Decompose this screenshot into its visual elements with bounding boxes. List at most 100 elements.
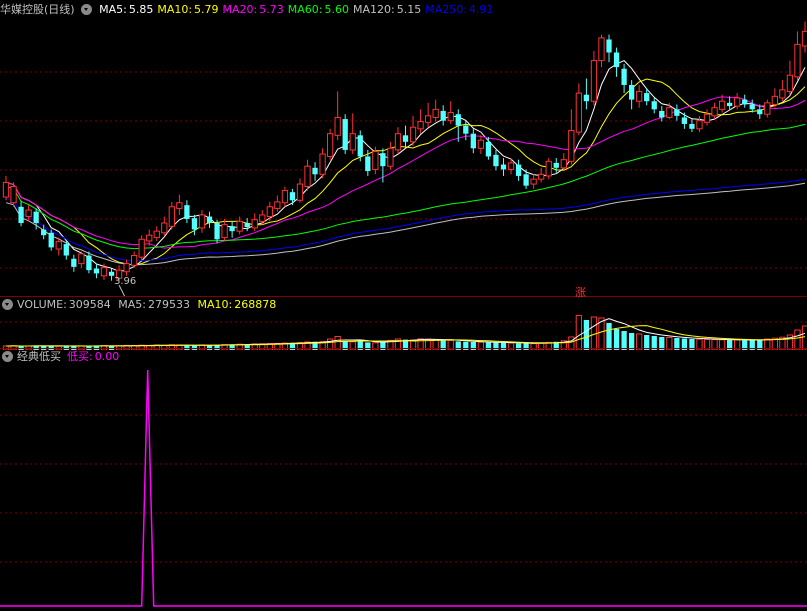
- candle-body: [71, 258, 77, 267]
- candle-body: [583, 94, 590, 102]
- candle-body: [711, 107, 718, 117]
- ma-value: 5.73: [259, 3, 284, 16]
- candle-body: [757, 109, 763, 115]
- candle-body: [606, 39, 612, 53]
- candle-body: [2, 181, 10, 198]
- candle-body: [794, 43, 801, 78]
- candle-body: [696, 120, 703, 130]
- dropdown-arrow-icon[interactable]: [80, 4, 92, 15]
- vol-ma5-value: 279533: [148, 298, 191, 311]
- ma-value: 4.91: [468, 3, 494, 16]
- volume-bar: [575, 315, 583, 351]
- candle-body: [198, 214, 206, 229]
- ma-value: 5.60: [324, 3, 349, 16]
- candle-body: [801, 30, 807, 47]
- ma-line: [5, 178, 806, 262]
- ma-value: 5.79: [194, 3, 219, 16]
- candle-body: [507, 162, 515, 170]
- low-price-label: 3.96: [114, 276, 137, 287]
- candle-body: [10, 185, 17, 204]
- candle-body: [493, 154, 499, 167]
- candle-body: [644, 93, 650, 102]
- volume-header: VOLUME: 309584 MA5: 279533 MA10: 268878: [0, 298, 807, 312]
- candle-body: [674, 109, 680, 116]
- candle-body: [138, 238, 145, 258]
- vol-ma5-label: MA5:: [118, 298, 147, 311]
- candle-body: [545, 160, 552, 177]
- candle-body: [48, 232, 54, 248]
- candle-body: [168, 206, 175, 227]
- candle-body: [718, 100, 726, 110]
- candle-body: [417, 121, 424, 130]
- candle-body: [296, 183, 304, 201]
- candle-body: [229, 226, 235, 232]
- candle-body: [78, 253, 85, 265]
- indicator-line-label: 低买:: [67, 350, 93, 363]
- ma-label: MA250:: [425, 3, 467, 16]
- candle-body: [409, 126, 417, 143]
- ma-value: 5.85: [128, 3, 154, 16]
- volume-bar: [523, 343, 529, 350]
- ma-label: MA60:: [287, 3, 323, 16]
- candle-body: [93, 268, 100, 274]
- volume-bar: [606, 323, 612, 350]
- candle-body: [500, 164, 507, 170]
- candle-body: [703, 113, 711, 123]
- candle-body: [86, 255, 92, 271]
- candle-body: [319, 153, 326, 175]
- candle-body: [365, 156, 371, 172]
- candle-body: [651, 101, 657, 110]
- candle-body: [63, 244, 69, 256]
- volume-bar: [801, 325, 807, 351]
- candle-body: [206, 216, 213, 224]
- ma-label: MA20:: [222, 3, 258, 16]
- candle-body: [221, 224, 228, 239]
- candle-body: [304, 165, 311, 187]
- stock-name: 华媒控股(日线): [0, 3, 75, 16]
- indicator-name: 经典低买: [17, 350, 61, 363]
- candle-body: [771, 95, 778, 105]
- volume-bar: [794, 329, 801, 351]
- price-header: 华媒控股(日线) MA5: 5.85 MA10: 5.79 MA20: 5.73 MA60:…: [0, 3, 807, 17]
- candle-body: [447, 112, 454, 122]
- candle-body: [402, 135, 409, 142]
- candle-body: [131, 255, 138, 266]
- ma-line: [5, 60, 806, 272]
- volume-label: VOLUME:: [17, 298, 67, 311]
- candle-body: [251, 219, 258, 229]
- candle-body: [538, 173, 545, 180]
- candle-body: [734, 97, 741, 107]
- candle-body: [749, 104, 755, 110]
- candle-body: [41, 229, 47, 236]
- candle-body: [214, 223, 220, 240]
- candle-body: [463, 125, 469, 134]
- volume-bar: [583, 320, 590, 350]
- volume-bar: [613, 329, 620, 350]
- candle-body: [636, 90, 643, 102]
- dropdown-arrow-icon[interactable]: [2, 351, 13, 362]
- candle-body: [184, 205, 190, 219]
- panel-divider: [0, 296, 807, 297]
- candle-body: [621, 68, 627, 85]
- panel-divider: [0, 348, 807, 349]
- candle-body: [191, 218, 198, 230]
- candle-body: [560, 159, 567, 169]
- dropdown-arrow-icon[interactable]: [2, 299, 13, 310]
- candle-body: [477, 139, 485, 149]
- candle-body: [342, 119, 348, 150]
- candle-body: [161, 222, 168, 234]
- candle-body: [387, 147, 394, 167]
- candle-body: [244, 223, 250, 228]
- candle-body: [523, 174, 529, 186]
- candle-body: [357, 135, 363, 157]
- candle-body: [786, 74, 794, 92]
- candle-body: [553, 162, 559, 168]
- ma-label: MA120:: [352, 3, 395, 16]
- candle-body: [146, 234, 153, 242]
- ma-line: [5, 182, 806, 266]
- candle-body: [470, 133, 476, 149]
- candle-body: [590, 60, 598, 102]
- candle-body: [372, 151, 379, 170]
- candle-body: [153, 230, 160, 239]
- ma-value: 5.15: [396, 3, 422, 16]
